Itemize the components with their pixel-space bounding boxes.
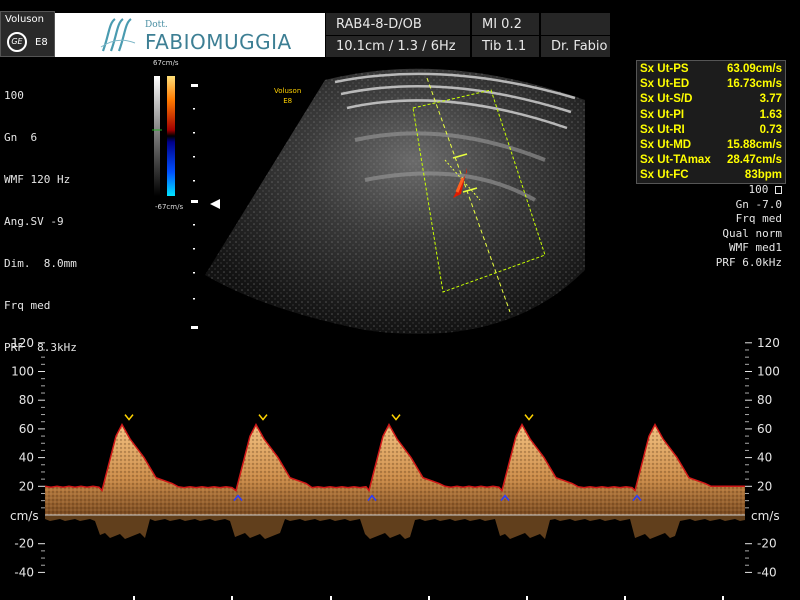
measurement-value: 0.73 [759,123,782,136]
measurement-value: 63.09cm/s [727,63,782,75]
frozen-icon [775,186,782,194]
measurement-row: Sx Ut-ED 16.73cm/s [640,77,782,92]
param-line: 100 [4,89,24,102]
watermark: Voluson E8 [274,86,301,106]
param-line: Frq med [735,212,782,226]
measurement-row: Sx Ut-MD 15.88cm/s [640,138,782,153]
right-parameters: 100 Gn -7.0 Frq med Qual norm WMF med1 P… [716,183,782,271]
axis-tick-label: -20 [14,537,34,551]
brand-name: FABIOMUGGIA [145,30,292,54]
param-line: 100 [716,183,782,198]
measurement-value: 28.47cm/s [727,154,782,167]
device-badge: Voluson GE E8 [0,11,55,57]
axis-tick-label: 80 [19,393,34,407]
param-line: Gn 6 [4,131,38,144]
color-bar-top-label: 67cm/s [153,59,179,67]
mi-label: MI 0.2 [471,13,539,35]
measurement-label: Sx Ut-S/D [640,93,693,106]
probe-label: RAB4-8-D/OB [325,13,470,35]
axis-tick-label: 80 [757,393,772,407]
measurement-value: 83bpm [744,169,782,182]
measurement-value: 16.73cm/s [727,78,782,91]
measurement-row: Sx Ut-RI 0.73 [640,123,782,138]
axis-tick-label: 60 [19,422,34,436]
ge-logo-icon: GE [7,32,27,52]
watermark-line: Voluson [274,87,302,95]
brand-mark-icon [100,18,136,52]
peak-systolic-marker [524,414,534,421]
axis-unit-label: cm/s [10,509,39,523]
param-line: Ang.SV -9 [4,215,64,228]
measurement-row: Sx Ut-PI 1.63 [640,108,782,123]
measurement-label: Sx Ut-MD [640,138,692,151]
peak-systolic-marker [391,414,401,421]
left-parameters: 100 Gn 6 WMF 120 Hz Ang.SV -9 Dim. 8.0mm… [4,61,77,369]
axis-tick-label: 20 [757,479,772,493]
measurement-panel: Sx Ut-PS 63.09cm/s Sx Ut-ED 16.73cm/s Sx U… [636,60,786,184]
axis-tick-label: -20 [757,537,777,551]
param-line: WMF med1 [729,241,782,255]
b-mode-image [205,68,585,334]
measurement-row: Sx Ut-FC 83bpm [640,168,782,183]
operator-label: Dr. Fabio [540,36,610,57]
peak-systolic-marker [124,414,134,421]
color-velocity-bar [152,76,175,196]
axis-unit-label: cm/s [751,509,780,523]
doppler-spectrum: 120 120 100 100 80 80 60 60 40 40 20 20 -20 -20 -40 -40… [10,336,780,600]
measurement-label: Sx Ut-TAmax [640,154,711,167]
clinic-logo: Dott. FABIOMUGGIA [55,13,325,57]
axis-tick-label: 40 [757,451,772,465]
color-bar-bottom-label: -67cm/s [155,203,184,211]
depth-scale [191,84,198,329]
axis-tick-label: 60 [757,422,772,436]
measurement-value: 15.88cm/s [727,138,782,151]
device-name: Voluson [5,14,44,25]
measurement-label: Sx Ut-PI [640,108,685,121]
axis-tick-label: -40 [14,565,34,579]
axis-tick-label: 100 [757,365,780,379]
watermark-line: E8 [283,97,293,105]
param-line: WMF 120 Hz [4,173,71,186]
axis-tick-label: 40 [19,451,34,465]
param-line: PRF 6.0kHz [715,255,782,269]
header-blank-cell [540,13,610,35]
spectral-mirror [45,515,745,539]
axis-tick-label: 120 [757,336,780,350]
measurement-row: Sx Ut-PS 63.09cm/s [640,62,782,77]
measurement-value: 1.63 [759,108,782,121]
param-line: Frq med [4,299,51,312]
param-line: Gn -7.0 [735,197,782,211]
measurement-label: Sx Ut-RI [640,123,685,136]
param-line: Qual norm [722,226,782,240]
peak-systolic-marker [258,414,268,421]
param-value: 100 [748,183,769,196]
measurement-label: Sx Ut-PS [640,63,689,75]
axis-tick-label: 120 [11,336,34,350]
axis-tick-label: -40 [757,565,777,579]
measurement-label: Sx Ut-ED [640,78,690,91]
measurement-value: 3.77 [759,93,782,106]
depth-label: 10.1cm / 1.3 / 6Hz [325,36,470,57]
axis-tick-label: 100 [11,365,34,379]
param-line: Dim. 8.0mm [4,257,77,270]
device-model: E8 [35,37,48,48]
axis-tick-label: 20 [19,479,34,493]
brand-prefix: Dott. [145,20,168,30]
measurement-row: Sx Ut-TAmax 28.47cm/s [640,153,782,168]
measurement-row: Sx Ut-S/D 3.77 [640,92,782,107]
tib-label: Tib 1.1 [471,36,539,57]
measurement-label: Sx Ut-FC [640,169,689,182]
